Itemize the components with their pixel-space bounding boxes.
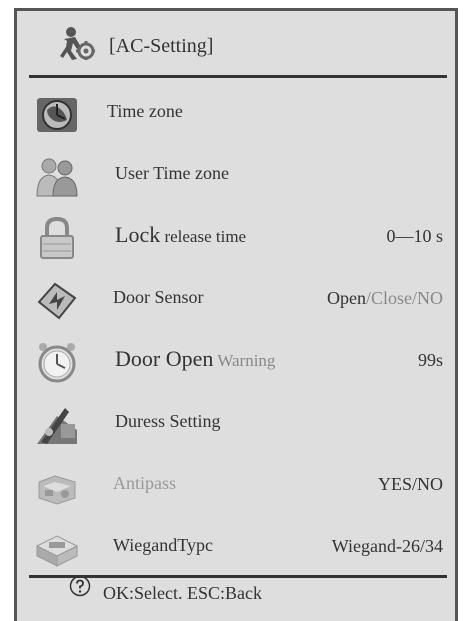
door-sensor-icon: [37, 282, 77, 320]
menu-item-label: Antipass: [113, 473, 176, 493]
door-sensor-value-rest: /Close/NO: [365, 288, 443, 308]
lock-release-time-value: 0—10 s: [386, 226, 443, 246]
menu-item-label: Door Sensor: [113, 287, 204, 307]
footer-hint: OK:Select. ESC:Back: [103, 583, 262, 603]
menu-item-lock-release-time[interactable]: Lock release time 0—10 s: [17, 207, 455, 269]
menu-item-user-time-zone[interactable]: User Time zone: [17, 145, 455, 207]
wiegand-icon: [35, 535, 79, 567]
menu-item-label-rest: Warning: [213, 351, 276, 370]
alarm-clock-icon: [38, 343, 76, 383]
antipass-icon: [38, 475, 76, 505]
duress-icon: [37, 408, 77, 444]
door-sensor-value: Open/Close/NO: [327, 288, 443, 309]
ac-setting-screen: [AC-Setting] Time zone User Time zone Lo…: [14, 8, 458, 621]
menu-item-wiegand-type[interactable]: WiegandTypc Wiegand-26/34: [17, 517, 455, 579]
menu-item-label: Time zone: [107, 101, 183, 121]
users-icon: [36, 158, 78, 197]
menu-item-time-zone[interactable]: Time zone: [17, 83, 455, 145]
menu-item-label-main: Door Open: [115, 346, 214, 371]
menu-item-door-sensor[interactable]: Door Sensor Open/Close/NO: [17, 269, 455, 331]
menu-item-duress-setting[interactable]: Duress Setting: [17, 393, 455, 455]
wiegand-type-value: Wiegand-26/34: [331, 536, 443, 556]
menu-item-door-open-warning[interactable]: Door Open Warning 99s: [17, 331, 455, 393]
footer: OK:Select. ESC:Back: [17, 571, 455, 621]
user-settings-icon: [60, 27, 95, 60]
menu-item-label: User Time zone: [115, 163, 229, 183]
header: [AC-Setting]: [17, 11, 455, 79]
door-sensor-value-open: Open: [326, 288, 366, 308]
menu-item-label: WiegandTypc: [113, 535, 213, 555]
menu-item-label: Lock release time: [115, 222, 246, 248]
menu-item-antipass[interactable]: Antipass YES/NO: [17, 455, 455, 517]
menu-item-label-rest: release time: [160, 227, 247, 246]
page-title: [AC-Setting]: [109, 35, 214, 57]
menu-item-label: Door Open Warning: [115, 346, 275, 372]
menu-item-label: Duress Setting: [115, 411, 221, 431]
antipass-value: YES/NO: [377, 474, 443, 494]
help-icon: [69, 575, 91, 597]
header-divider: [29, 75, 447, 78]
lock-icon: [40, 216, 74, 259]
menu-item-label-main: Lock: [115, 222, 161, 247]
clock-globe-icon: [37, 98, 77, 132]
door-open-warning-value: 99s: [417, 350, 443, 370]
